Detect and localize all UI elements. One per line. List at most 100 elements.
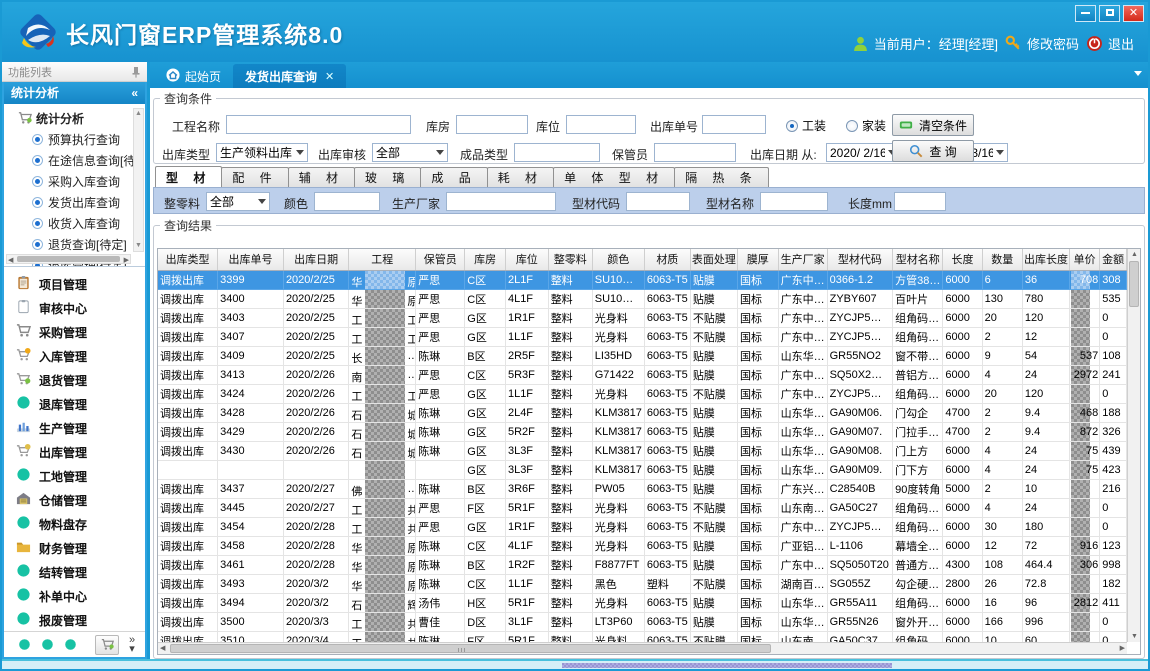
tab-list-dropdown-icon[interactable] <box>1134 71 1142 76</box>
table-row[interactable]: 调拨出库34002020/2/25华原…严思C区4L1F整料SU10…6063-… <box>158 289 1127 308</box>
audit-combo[interactable]: 全部 <box>372 143 448 162</box>
table-row[interactable]: 调拨出库34302020/2/26石城陈琳G区3L3F整料KLM38176063… <box>158 441 1127 460</box>
keeper-input[interactable] <box>654 143 736 162</box>
sidebar-item-11[interactable]: 财务管理 <box>4 536 145 560</box>
sidebar-item-8[interactable]: 工地管理 <box>4 464 145 488</box>
cart-toolbar-button[interactable] <box>95 635 119 655</box>
change-password-button[interactable]: 修改密码 <box>1005 34 1079 53</box>
close-button[interactable]: ✕ <box>1123 5 1144 22</box>
tree-vertical-scrollbar[interactable]: ▲▼ <box>133 108 144 252</box>
profile-code-input[interactable] <box>626 192 690 211</box>
whole-part-combo[interactable]: 全部 <box>206 192 270 211</box>
column-header-loc[interactable]: 库位 <box>505 249 548 270</box>
horizontal-scrollbar[interactable]: ◀ ▶ <box>158 642 1127 654</box>
material-tab-3[interactable]: 玻 璃 <box>354 167 421 187</box>
table-row[interactable]: 调拨出库33992020/2/25华原…严思C区2L1F整料SU10…6063-… <box>158 270 1127 289</box>
out-type-combo[interactable]: 生产领料出库 <box>216 143 308 162</box>
dot-icon[interactable] <box>64 638 77 651</box>
tree-horizontal-scrollbar[interactable]: ◀▶ <box>6 254 131 264</box>
column-header-type[interactable]: 出库类型 <box>158 249 218 270</box>
material-tab-7[interactable]: 隔 热 条 <box>674 167 769 187</box>
table-row[interactable]: G区3L3F整料KLM38176063-T5贴膜国标山东华…GA90M09.门下… <box>158 460 1127 479</box>
length-input[interactable] <box>894 192 946 211</box>
column-header-price[interactable]: 单价 <box>1070 249 1100 270</box>
search-button[interactable]: 查 询 <box>892 140 974 162</box>
maximize-button[interactable] <box>1099 5 1120 22</box>
column-header-color[interactable]: 颜色 <box>592 249 644 270</box>
vertical-scrollbar[interactable]: ▲ ▼ <box>1127 249 1140 642</box>
column-header-proj[interactable]: 工程 <box>349 249 416 270</box>
column-header-outlen[interactable]: 出库长度 <box>1022 249 1069 270</box>
table-row[interactable]: 调拨出库34072020/2/25工工程严思G区1L1F整料光身料6063-T5… <box>158 327 1127 346</box>
warehouse-input[interactable] <box>456 115 528 134</box>
sidebar-item-1[interactable]: 审核中心 <box>4 296 145 320</box>
toolbar-overflow-chevron[interactable]: »▾ <box>129 636 135 654</box>
tab-close-icon[interactable]: ✕ <box>325 70 334 83</box>
radio-home[interactable]: 家装 <box>846 117 886 134</box>
material-tab-0[interactable]: 型 材 <box>155 166 222 187</box>
table-row[interactable]: 调拨出库34582020/2/28华原…陈琳C区4L1F整料光身料6063-T5… <box>158 536 1127 555</box>
tree-item-1[interactable]: 在途信息查询[待 <box>8 150 143 171</box>
table-row[interactable]: 调拨出库34542020/2/28工共工程严思G区1R1F整料光身料6063-T… <box>158 517 1127 536</box>
minimize-button[interactable] <box>1075 5 1096 22</box>
sidebar-item-0[interactable]: 项目管理 <box>4 272 145 296</box>
table-row[interactable]: 调拨出库34292020/2/26石城陈琳G区5R2F整料KLM38176063… <box>158 422 1127 441</box>
table-row[interactable]: 调拨出库35102020/3/4工共工程陈琳F区5R1F整料光身料6063-T5… <box>158 631 1127 642</box>
column-header-mat[interactable]: 材质 <box>644 249 690 270</box>
sidebar-item-6[interactable]: 生产管理 <box>4 416 145 440</box>
tree-root[interactable]: 统计分析 <box>8 108 143 129</box>
tree-item-5[interactable]: 退货查询[待定] <box>8 234 143 255</box>
maker-input[interactable] <box>446 192 556 211</box>
column-header-wh[interactable]: 库房 <box>465 249 506 270</box>
sidebar-item-9[interactable]: 仓储管理 <box>4 488 145 512</box>
table-row[interactable]: 调拨出库34612020/2/28华原…陈琳B区1R2F整料F8877FT606… <box>158 555 1127 574</box>
sidebar-item-12[interactable]: 结转管理 <box>4 560 145 584</box>
material-tab-2[interactable]: 辅 材 <box>288 167 355 187</box>
column-header-film[interactable]: 膜厚 <box>737 249 778 270</box>
table-row[interactable]: 调拨出库35002020/3/3工共工程曹佳D区3L1F整料LT3P606063… <box>158 612 1127 631</box>
tree-item-2[interactable]: 采购入库查询 <box>8 171 143 192</box>
sidebar-section-header[interactable]: 统计分析 « <box>4 82 145 104</box>
column-header-whole[interactable]: 整零料 <box>548 249 592 270</box>
sidebar-item-13[interactable]: 补单中心 <box>4 584 145 608</box>
column-header-qty[interactable]: 数量 <box>982 249 1022 270</box>
table-row[interactable]: 调拨出库34932020/3/2华原…陈琳C区1L1F整料黑色塑料不贴膜国标湖南… <box>158 574 1127 593</box>
tree-item-0[interactable]: 预算执行查询 <box>8 129 143 150</box>
sidebar-item-4[interactable]: 退货管理 <box>4 368 145 392</box>
table-row[interactable]: 调拨出库34942020/3/2石辉城汤伟H区5R1F整料光身料6063-T5贴… <box>158 593 1127 612</box>
sidebar-item-3[interactable]: 入库管理 <box>4 344 145 368</box>
pin-icon[interactable] <box>131 66 141 78</box>
table-row[interactable]: 调拨出库34282020/2/26石城陈琳G区2L4F整料KLM38176063… <box>158 403 1127 422</box>
table-row[interactable]: 调拨出库34372020/2/27佛…陈琳B区3R6F整料PW056063-T5… <box>158 479 1127 498</box>
material-tab-5[interactable]: 耗 材 <box>487 167 554 187</box>
column-header-len[interactable]: 长度 <box>943 249 982 270</box>
table-row[interactable]: 调拨出库34132020/2/26南…严思C区5R3F整料G714226063-… <box>158 365 1127 384</box>
horizontal-scrollbar-thumb[interactable] <box>170 644 771 653</box>
table-row[interactable]: 调拨出库34452020/2/27工共工程严思F区5R1F整料光身料6063-T… <box>158 498 1127 517</box>
column-header-code[interactable]: 型材代码 <box>827 249 893 270</box>
table-row[interactable]: 调拨出库34092020/2/25长…陈琳B区2R5F整料LI35HD6063-… <box>158 346 1127 365</box>
sidebar-item-10[interactable]: 物料盘存 <box>4 512 145 536</box>
location-input[interactable] <box>566 115 636 134</box>
color-input[interactable] <box>314 192 380 211</box>
material-tab-6[interactable]: 单 体 型 材 <box>553 167 675 187</box>
tab-1[interactable]: 发货出库查询✕ <box>233 64 346 88</box>
product-type-input[interactable] <box>514 143 600 162</box>
tree-item-4[interactable]: 收货入库查询 <box>8 213 143 234</box>
column-header-surf[interactable]: 表面处理 <box>690 249 737 270</box>
logout-button[interactable]: 退出 <box>1086 34 1134 53</box>
radio-industrial[interactable]: 工装 <box>786 117 826 134</box>
order-no-input[interactable] <box>702 115 766 134</box>
dot-icon[interactable] <box>18 638 31 651</box>
tree-item-3[interactable]: 发货出库查询 <box>8 192 143 213</box>
column-header-maker[interactable]: 生产厂家 <box>778 249 827 270</box>
tab-0[interactable]: 起始页 <box>154 64 233 88</box>
sidebar-item-5[interactable]: 退库管理 <box>4 392 145 416</box>
column-header-date[interactable]: 出库日期 <box>283 249 348 270</box>
column-header-keeper[interactable]: 保管员 <box>416 249 465 270</box>
collapse-icon[interactable]: « <box>131 86 138 100</box>
sidebar-item-2[interactable]: 采购管理 <box>4 320 145 344</box>
table-row[interactable]: 调拨出库34032020/2/25工工程严思G区1R1F整料光身料6063-T5… <box>158 308 1127 327</box>
date-from-picker[interactable]: 2020/ 2/16 <box>826 143 900 162</box>
dot-icon[interactable] <box>41 638 54 651</box>
